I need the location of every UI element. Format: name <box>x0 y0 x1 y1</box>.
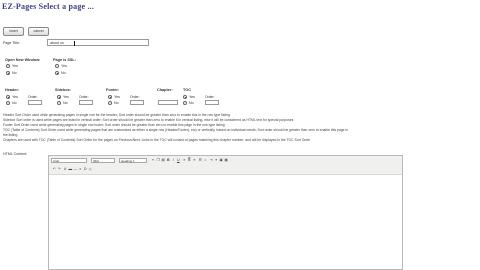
sidebox-label: Sidebox: <box>55 88 72 92</box>
sidebox-yes-label: Yes <box>63 95 69 99</box>
toc-no-label: No <box>189 101 194 105</box>
footer-order-label: Order: <box>130 95 140 99</box>
paste-icon[interactable]: ▤ <box>161 158 166 163</box>
help-line-chapters: Chapters are used with TOC (Table of Con… <box>3 138 311 142</box>
html-editor: Arial (8pt) Heading 1 ✂ ❐ ▤ B I U ≡ ≣ ≡ … <box>48 155 403 270</box>
cancel-button[interactable]: cancel <box>28 27 49 36</box>
header-no-radio[interactable] <box>6 101 10 105</box>
unordered-list-icon[interactable]: • <box>203 158 208 163</box>
insert-button[interactable]: insert <box>3 27 24 36</box>
header-yes-label: Yes <box>12 95 18 99</box>
page-is-ssl-no-label: No <box>61 71 66 75</box>
header-order-label: Order: <box>28 95 38 99</box>
special-char-icon[interactable]: Ω <box>83 167 88 172</box>
page-title-input[interactable]: about us <box>47 39 149 46</box>
help-line-sidebox: Sidebox Sort order is used while pages a… <box>3 118 294 122</box>
help-line-header: Header Sort Order used while generating … <box>3 113 230 117</box>
chapter-label: Chapter: <box>157 88 173 92</box>
page-is-ssl-no-radio[interactable] <box>55 71 59 75</box>
link-icon[interactable]: ⚭ <box>214 158 219 163</box>
font-family-select[interactable]: Arial <box>51 157 87 163</box>
help-line-toc: TOC (Table of Contents) Sort Order used … <box>3 128 349 132</box>
help-line-toc-cont: the listing <box>3 133 18 137</box>
page-is-ssl-label: Page is SSL: <box>53 58 77 62</box>
header-no-label: No <box>12 101 17 105</box>
sidebox-order-input[interactable] <box>79 100 93 105</box>
highlight-icon[interactable]: ▬ <box>68 167 73 172</box>
italic-icon[interactable]: I <box>171 158 176 163</box>
format-select[interactable]: Heading 1 <box>119 157 147 163</box>
sidebox-yes-radio[interactable] <box>57 95 61 99</box>
align-center-icon[interactable]: ≣ <box>187 158 192 163</box>
sidebox-no-label: No <box>63 101 68 105</box>
text-color-icon[interactable]: A <box>63 167 68 172</box>
footer-label: Footer: <box>106 88 120 92</box>
open-new-window-yes-radio[interactable] <box>6 64 10 68</box>
subscript-icon[interactable]: x <box>78 167 83 172</box>
footer-order-input[interactable] <box>130 100 144 105</box>
copy-icon[interactable]: ❐ <box>156 158 161 163</box>
header-label: Header: <box>5 88 20 92</box>
toc-order-label: Order: <box>205 95 215 99</box>
header-yes-radio[interactable] <box>6 95 10 99</box>
toc-label: TOC <box>183 88 191 92</box>
toc-order-input[interactable] <box>205 100 219 105</box>
bold-icon[interactable]: B <box>166 158 171 163</box>
page-is-ssl-yes-radio[interactable] <box>55 64 59 68</box>
help-line-footer: Footer Sort Order used while generating … <box>3 123 225 127</box>
sidebox-no-radio[interactable] <box>57 101 61 105</box>
ordered-list-icon[interactable]: ☰ <box>198 158 203 163</box>
align-left-icon[interactable]: ≡ <box>182 158 187 163</box>
header-order-input[interactable] <box>28 100 42 105</box>
open-new-window-no-radio[interactable] <box>6 71 10 75</box>
underline-icon[interactable]: U <box>176 158 181 163</box>
open-new-window-no-label: No <box>12 71 17 75</box>
page-title: EZ-Pages Select a page ... <box>2 2 95 11</box>
image-icon[interactable]: ▣ <box>219 158 224 163</box>
footer-no-radio[interactable] <box>108 101 112 105</box>
source-icon[interactable]: ◇ <box>88 167 93 172</box>
font-size-select[interactable]: (8pt) <box>91 157 115 163</box>
page-is-ssl-yes-label: Yes <box>61 64 67 68</box>
toc-yes-radio[interactable] <box>183 95 187 99</box>
open-new-window-label: Open New Window: <box>5 58 41 62</box>
footer-yes-radio[interactable] <box>108 95 112 99</box>
toc-no-radio[interactable] <box>183 101 187 105</box>
page-title-label: Page Title: <box>3 41 20 45</box>
toc-yes-label: Yes <box>189 95 195 99</box>
indent-icon[interactable]: ⇥ <box>209 158 214 163</box>
chapter-number-input[interactable] <box>158 100 178 105</box>
open-new-window-yes-label: Yes <box>12 64 18 68</box>
editor-content-area[interactable] <box>49 174 402 269</box>
footer-no-label: No <box>114 101 119 105</box>
undo-icon[interactable]: ↶ <box>52 167 57 172</box>
table-icon[interactable]: ▦ <box>224 158 229 163</box>
html-content-label: HTML Content: <box>3 152 28 156</box>
footer-yes-label: Yes <box>114 95 120 99</box>
horizontal-rule-icon[interactable]: — <box>73 167 78 172</box>
page-title-value: about us <box>50 41 64 45</box>
redo-icon[interactable]: ↷ <box>57 167 62 172</box>
align-right-icon[interactable]: ≡ <box>192 158 197 163</box>
text-cursor <box>74 40 75 46</box>
sidebox-order-label: Order: <box>79 95 89 99</box>
cut-icon[interactable]: ✂ <box>151 158 156 163</box>
